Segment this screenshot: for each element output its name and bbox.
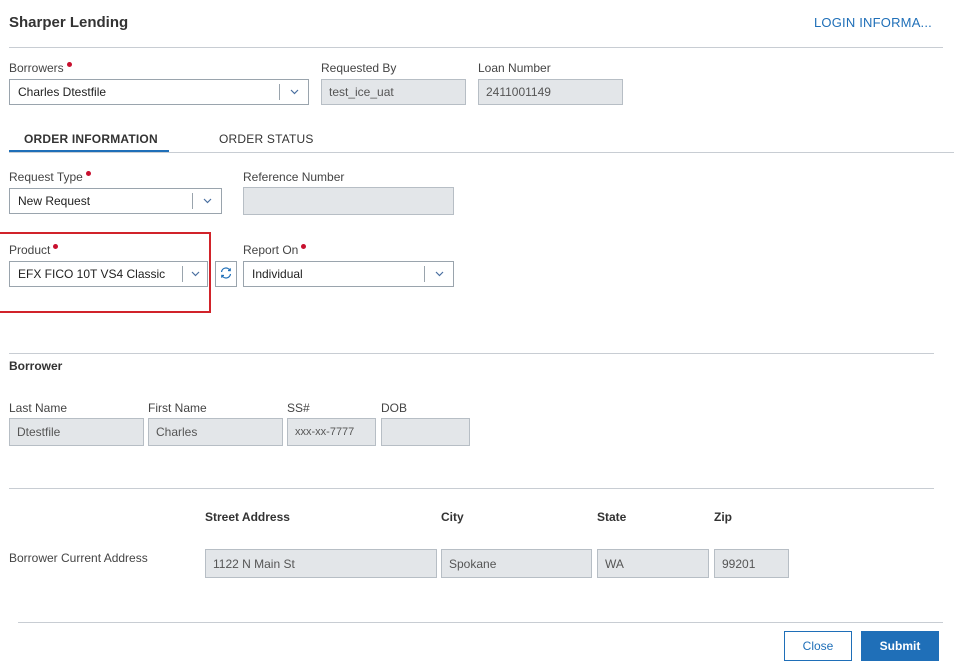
state-field: WA [597,549,709,578]
required-indicator [85,171,91,176]
ssn-field: xxx-xx-7777 [287,418,376,446]
report-on-select[interactable]: Individual [243,261,454,287]
required-indicator [301,244,307,249]
footer-divider [18,622,943,623]
dob-label: DOB [381,401,408,415]
tab-order-status[interactable]: ORDER STATUS [219,132,314,146]
required-indicator [53,244,59,249]
reference-number-field [243,187,454,215]
city-header: City [441,510,464,524]
login-information-link[interactable]: LOGIN INFORMA... [814,15,932,30]
borrowers-select-value: Charles Dtestfile [18,85,107,99]
submit-button[interactable]: Submit [861,631,939,661]
city-field: Spokane [441,549,592,578]
loan-number-field: 2411001149 [478,79,623,105]
tab-order-information[interactable]: ORDER INFORMATION [24,132,158,146]
refresh-icon [219,266,233,283]
refresh-product-button[interactable] [215,261,237,287]
last-name-label: Last Name [9,401,68,415]
app-title: Sharper Lending [9,14,129,31]
chevron-down-icon [183,271,207,277]
requested-by-field: test_ice_uat [321,79,466,105]
request-type-label: Request Type [9,170,91,184]
header-divider [9,47,943,48]
requested-by-label: Requested By [321,61,397,75]
borrowers-label: Borrowers [9,61,72,75]
report-on-label: Report On [243,243,307,257]
address-section-divider [9,488,934,489]
request-type-value: New Request [18,194,91,208]
product-label: Product [9,243,59,257]
first-name-field: Charles [148,418,283,446]
product-select[interactable]: EFX FICO 10T VS4 Classic [9,261,208,287]
last-name-field: Dtestfile [9,418,144,446]
borrower-section-title: Borrower [9,359,63,373]
zip-header: Zip [714,510,732,524]
loan-number-label: Loan Number [478,61,551,75]
borrower-section-divider [9,353,934,354]
zip-field: 99201 [714,549,789,578]
chevron-down-icon [425,271,453,277]
chevron-down-icon [193,198,221,204]
street-address-header: Street Address [205,510,290,524]
report-on-value: Individual [252,267,303,281]
state-header: State [597,510,627,524]
first-name-label: First Name [148,401,207,415]
request-type-select[interactable]: New Request [9,188,222,214]
street-address-field: 1122 N Main St [205,549,437,578]
required-indicator [66,62,72,67]
dob-field [381,418,470,446]
borrowers-select[interactable]: Charles Dtestfile [9,79,309,105]
reference-number-label: Reference Number [243,170,345,184]
tabs-divider [9,152,954,153]
ssn-label: SS# [287,401,310,415]
close-button[interactable]: Close [784,631,852,661]
product-value: EFX FICO 10T VS4 Classic [18,267,166,281]
borrower-current-address-label: Borrower Current Address [9,551,148,565]
chevron-down-icon [280,89,308,95]
